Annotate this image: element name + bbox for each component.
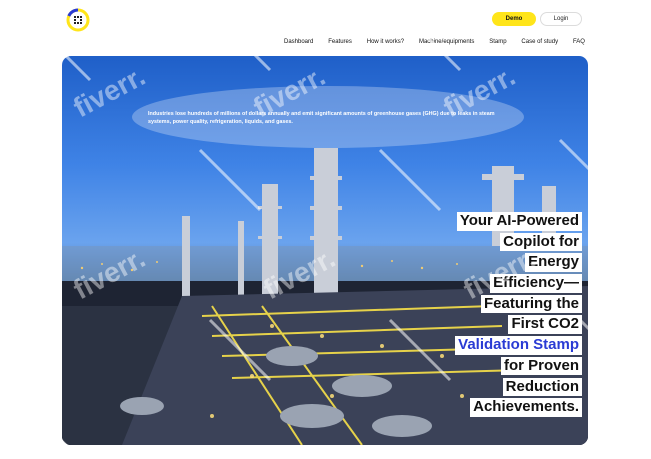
nav-features[interactable]: Features xyxy=(328,39,352,45)
demo-button[interactable]: Demo xyxy=(492,12,536,26)
headline-line: Copilot for xyxy=(500,232,582,252)
nav-case-of-study[interactable]: Case of study xyxy=(521,39,558,45)
hero-section: Industries lose hundreds of millions of … xyxy=(62,56,588,445)
headline-line-accent: Validation Stamp xyxy=(455,336,582,355)
hero-intro-text: Industries lose hundreds of millions of … xyxy=(148,111,495,125)
nav-dashboard[interactable]: Dashboard xyxy=(284,39,313,45)
nav-how-it-works[interactable]: How it works? xyxy=(367,39,404,45)
nav-machine-equipments[interactable]: Machine/equipments xyxy=(419,39,474,45)
brand-logo-icon[interactable] xyxy=(66,8,90,32)
headline-line: Efficiency— xyxy=(490,274,582,293)
login-button[interactable]: Login xyxy=(540,12,582,26)
headline-line: Reduction xyxy=(502,377,582,397)
headline-line: Energy xyxy=(525,253,582,272)
nav-stamp[interactable]: Stamp xyxy=(489,39,506,45)
headline-line: First CO2 xyxy=(508,315,582,335)
headline-line: Featuring the xyxy=(480,294,582,314)
main-nav: Dashboard Features How it works? Machine… xyxy=(284,39,585,45)
nav-faq[interactable]: FAQ xyxy=(573,39,585,45)
hero-headline: Your AI-Powered Copilot for Energy Effic… xyxy=(342,212,582,419)
headline-line: Your AI-Powered xyxy=(456,212,582,231)
landing-page: Demo Login Dashboard Features How it wor… xyxy=(0,0,651,459)
headline-line: for Proven xyxy=(500,356,582,376)
headline-line: Achievements. xyxy=(470,398,582,417)
